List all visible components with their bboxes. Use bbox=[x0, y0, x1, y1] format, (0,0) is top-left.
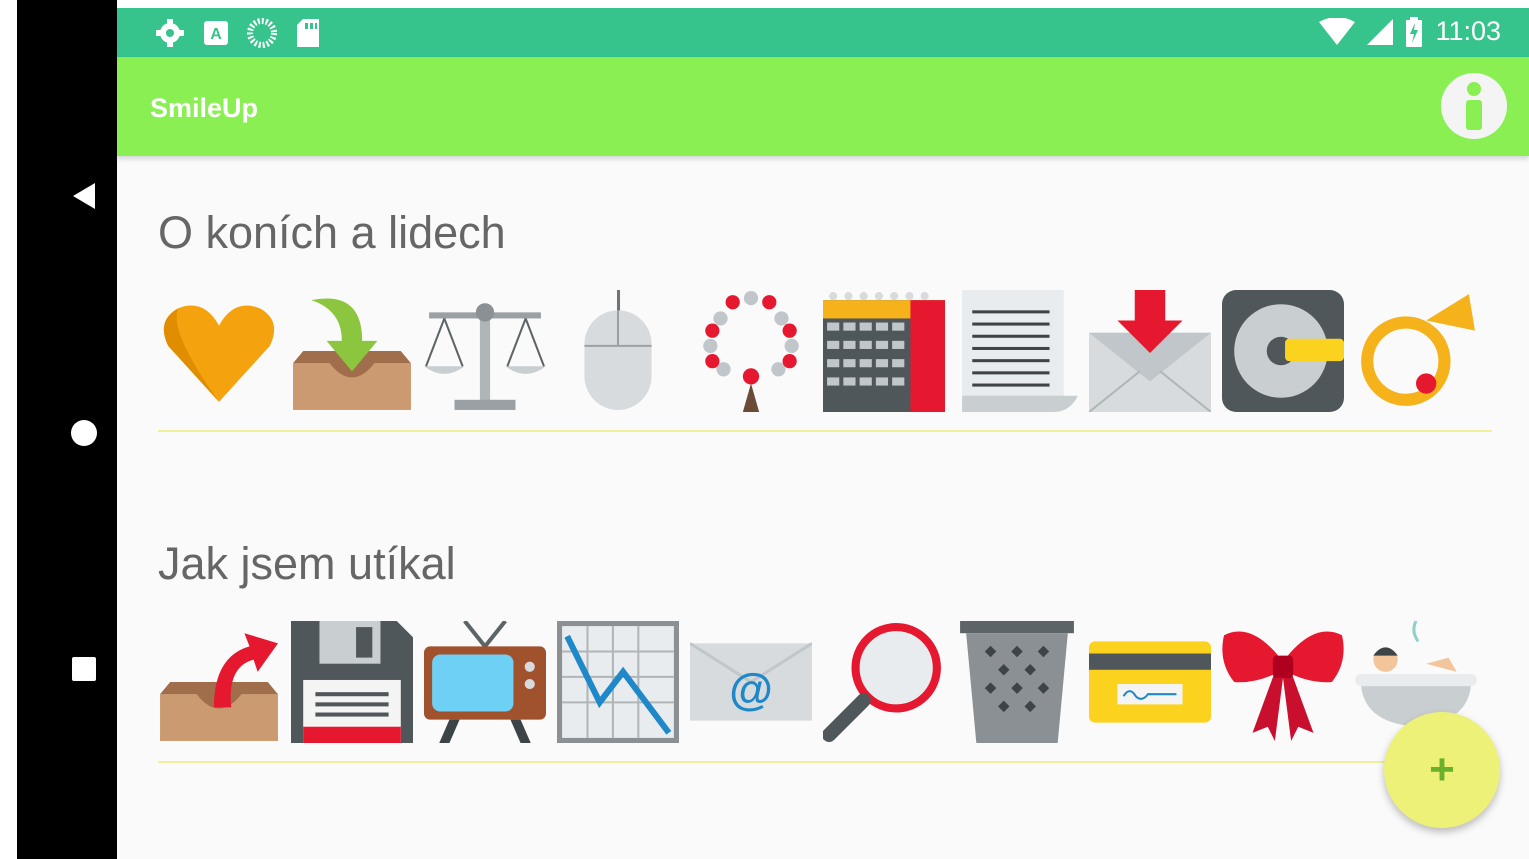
prayer-beads-icon bbox=[690, 290, 812, 412]
outbox-tray-icon bbox=[158, 621, 280, 743]
wifi-icon bbox=[1319, 17, 1356, 45]
magnifying-glass-icon bbox=[823, 621, 945, 743]
section-divider bbox=[158, 761, 1492, 763]
info-button[interactable] bbox=[1441, 73, 1507, 139]
app-title: SmileUp bbox=[150, 93, 259, 123]
floppy-disk-icon bbox=[291, 621, 413, 743]
envelope-with-arrow-icon bbox=[1089, 290, 1211, 412]
section-title: O koních a lidech bbox=[158, 207, 506, 258]
sync-icon bbox=[247, 18, 277, 48]
info-icon bbox=[1466, 82, 1482, 130]
calendar-icon bbox=[823, 290, 945, 412]
page-with-curl-icon bbox=[956, 290, 1078, 412]
signal-icon bbox=[1367, 18, 1394, 45]
back-icon[interactable] bbox=[60, 172, 108, 220]
television-icon bbox=[424, 621, 546, 743]
plus-icon: + bbox=[1429, 745, 1455, 794]
status-bar: A 11:03 bbox=[117, 8, 1529, 57]
credit-card-icon bbox=[1089, 621, 1211, 743]
chart-decreasing-icon bbox=[557, 621, 679, 743]
balance-scale-icon bbox=[424, 290, 546, 412]
svg-text:A: A bbox=[210, 26, 222, 43]
navigation-bar bbox=[17, 0, 117, 859]
home-icon[interactable] bbox=[60, 409, 108, 457]
postal-horn-icon bbox=[1355, 290, 1477, 412]
app-bar: SmileUp bbox=[117, 57, 1529, 156]
screen-margin-top bbox=[117, 0, 1529, 8]
minidisc-icon bbox=[1222, 290, 1344, 412]
main-content: O koních a lidech Jak jsem utíkal @ bbox=[117, 156, 1529, 859]
orange-heart-icon bbox=[158, 290, 280, 412]
ribbon-bow-icon bbox=[1222, 621, 1344, 743]
wastebasket-icon bbox=[956, 621, 1078, 743]
screen-margin bbox=[0, 0, 17, 859]
battery-charging-icon bbox=[1406, 16, 1423, 47]
computer-mouse-icon bbox=[557, 290, 679, 412]
story-section[interactable]: Jak jsem utíkal @ bbox=[158, 538, 1492, 763]
email-at-icon: @ bbox=[690, 621, 812, 743]
section-divider bbox=[158, 430, 1492, 432]
emoji-row: @ bbox=[158, 621, 1477, 743]
add-button[interactable]: + bbox=[1384, 712, 1500, 828]
emoji-row bbox=[158, 290, 1477, 412]
status-time: 11:03 bbox=[1435, 16, 1501, 46]
story-section[interactable]: O koních a lidech bbox=[158, 207, 1492, 432]
section-title: Jak jsem utíkal bbox=[158, 538, 456, 589]
recents-icon[interactable] bbox=[60, 645, 108, 693]
a-icon: A bbox=[204, 21, 228, 45]
inbox-tray-icon bbox=[291, 290, 413, 412]
settings-icon bbox=[156, 19, 184, 47]
sd-card-icon bbox=[297, 19, 319, 47]
svg-text:@: @ bbox=[729, 665, 773, 714]
